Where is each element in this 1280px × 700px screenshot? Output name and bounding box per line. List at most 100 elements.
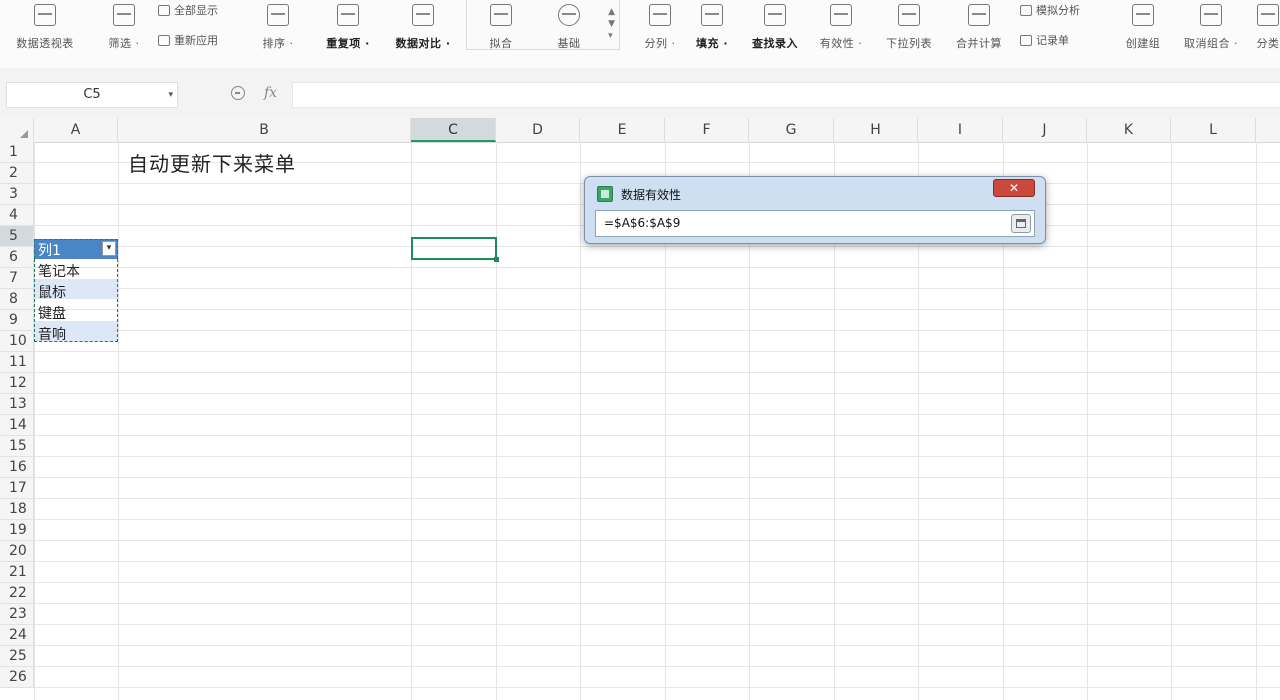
validity-button[interactable]: 有效性 · xyxy=(814,0,868,68)
row-gridline xyxy=(34,288,1280,289)
ungroup-button[interactable]: 取消组合 · xyxy=(1176,0,1246,68)
row-header-3[interactable]: 3 xyxy=(0,184,34,205)
split-column-button[interactable]: 分列 · xyxy=(638,0,682,68)
chart-basic-button[interactable]: 基础 xyxy=(547,0,591,68)
row-header-10[interactable]: 10 xyxy=(0,331,34,352)
select-all-corner[interactable] xyxy=(0,118,34,142)
row-header-5[interactable]: 5 xyxy=(0,226,34,247)
column-header-k[interactable]: K xyxy=(1087,118,1171,142)
create-group-button[interactable]: 创建组 xyxy=(1120,0,1166,68)
column-header-b[interactable]: B xyxy=(118,118,411,142)
chart-fit-button[interactable]: 拟合 xyxy=(479,0,523,68)
row-header-20[interactable]: 20 xyxy=(0,541,34,562)
row-header-22[interactable]: 22 xyxy=(0,583,34,604)
column-header-j[interactable]: J xyxy=(1003,118,1087,142)
row-gridline xyxy=(34,435,1280,436)
row-gridline xyxy=(34,645,1280,646)
cell-b1-title[interactable]: 自动更新下来菜单 xyxy=(128,148,296,177)
data-compare-button[interactable]: 数据对比 · xyxy=(388,0,458,68)
data-validation-dialog: 数据有效性 ✕ =$A$6:$A$9 xyxy=(584,176,1046,244)
column-header-a[interactable]: A xyxy=(34,118,118,142)
row-gridline xyxy=(34,309,1280,310)
name-box[interactable]: C5 ▾ xyxy=(6,82,178,108)
pivot-table-button[interactable]: 数据透视表 xyxy=(8,0,82,68)
row-header-16[interactable]: 16 xyxy=(0,457,34,478)
row-header-2[interactable]: 2 xyxy=(0,163,34,184)
reapply-button[interactable]: 重新应用 xyxy=(158,32,218,48)
expand-dialog-icon[interactable] xyxy=(1011,214,1031,233)
gallery-scroll[interactable]: ▲ ▼ ▾ xyxy=(608,6,615,42)
row-header-19[interactable]: 19 xyxy=(0,520,34,541)
row-header-18[interactable]: 18 xyxy=(0,499,34,520)
line-chart-icon xyxy=(490,4,512,26)
lookup-entry-button[interactable]: 查找录入 xyxy=(746,0,804,68)
show-all-icon xyxy=(158,4,170,16)
ribbon-toolbar: 数据透视表 筛选 · 全部显示 重新应用 排序 · 重复项 · 数据对比 · 拟… xyxy=(0,0,1280,69)
active-cell-c5[interactable] xyxy=(411,237,499,262)
row-gridline xyxy=(34,477,1280,478)
filter-button[interactable]: 筛选 · xyxy=(102,0,146,68)
chart-basic-label: 基础 xyxy=(557,37,581,50)
column-header-row: ABCDEFGHIJKL xyxy=(0,118,1280,143)
row-gridline xyxy=(34,267,1280,268)
row-gridline xyxy=(34,351,1280,352)
row-header-4[interactable]: 4 xyxy=(0,205,34,226)
duplicates-label: 重复项 · xyxy=(326,37,370,50)
column-header-i[interactable]: I xyxy=(918,118,1003,142)
column-header-e[interactable]: E xyxy=(580,118,665,142)
row-header-24[interactable]: 24 xyxy=(0,625,34,646)
column-header-d[interactable]: D xyxy=(496,118,580,142)
whatif-button[interactable]: 模拟分析 xyxy=(1020,2,1080,18)
show-all-button[interactable]: 全部显示 xyxy=(158,2,218,18)
spreadsheet-app-icon xyxy=(597,186,613,202)
copy-marquee xyxy=(34,239,118,259)
row-header-6[interactable]: 6 xyxy=(0,247,34,268)
sort-label: 排序 · xyxy=(262,37,294,50)
chevron-down-icon[interactable]: ▾ xyxy=(168,83,173,107)
column-header-c[interactable]: C xyxy=(411,118,496,142)
row-header-12[interactable]: 12 xyxy=(0,373,34,394)
row-gridline xyxy=(34,246,1280,247)
function-icon[interactable]: fx xyxy=(264,85,277,101)
row-header-21[interactable]: 21 xyxy=(0,562,34,583)
formula-input[interactable] xyxy=(292,82,1280,108)
row-header-17[interactable]: 17 xyxy=(0,478,34,499)
row-header-25[interactable]: 25 xyxy=(0,646,34,667)
close-button[interactable]: ✕ xyxy=(993,179,1035,197)
row-header-11[interactable]: 11 xyxy=(0,352,34,373)
dialog-titlebar[interactable]: 数据有效性 ✕ xyxy=(585,177,1045,205)
row-header-15[interactable]: 15 xyxy=(0,436,34,457)
dropdown-list-button[interactable]: 下拉列表 xyxy=(880,0,938,68)
sort-button[interactable]: 排序 · xyxy=(256,0,300,68)
row-header-9[interactable]: 9 xyxy=(0,310,34,331)
pivot-table-label: 数据透视表 xyxy=(16,37,74,50)
chart-fit-label: 拟合 xyxy=(489,37,513,50)
dropdown-list-label: 下拉列表 xyxy=(886,37,932,50)
row-header-8[interactable]: 8 xyxy=(0,289,34,310)
row-header-13[interactable]: 13 xyxy=(0,394,34,415)
reapply-icon xyxy=(158,34,170,46)
create-group-icon xyxy=(1132,4,1154,26)
subtotal-button[interactable]: 分类 xyxy=(1256,0,1280,68)
column-header-l[interactable]: L xyxy=(1171,118,1256,142)
consolidate-button[interactable]: 合并计算 xyxy=(950,0,1008,68)
copy-marquee xyxy=(34,259,118,342)
zoom-out-icon[interactable] xyxy=(231,86,245,100)
fill-button[interactable]: 填充 · xyxy=(690,0,734,68)
row-header-7[interactable]: 7 xyxy=(0,268,34,289)
validity-icon xyxy=(830,4,852,26)
row-gridline xyxy=(34,561,1280,562)
column-header-g[interactable]: G xyxy=(749,118,834,142)
duplicates-button[interactable]: 重复项 · xyxy=(320,0,376,68)
row-gridline xyxy=(34,372,1280,373)
currency-icon xyxy=(558,4,580,26)
row-header-14[interactable]: 14 xyxy=(0,415,34,436)
row-header-1[interactable]: 1 xyxy=(0,142,34,163)
row-gridline xyxy=(34,330,1280,331)
row-header-26[interactable]: 26 xyxy=(0,667,34,688)
row-header-23[interactable]: 23 xyxy=(0,604,34,625)
column-header-f[interactable]: F xyxy=(665,118,749,142)
range-reference-input[interactable]: =$A$6:$A$9 xyxy=(595,210,1035,237)
column-header-h[interactable]: H xyxy=(834,118,918,142)
record-form-button[interactable]: 记录单 xyxy=(1020,32,1069,48)
